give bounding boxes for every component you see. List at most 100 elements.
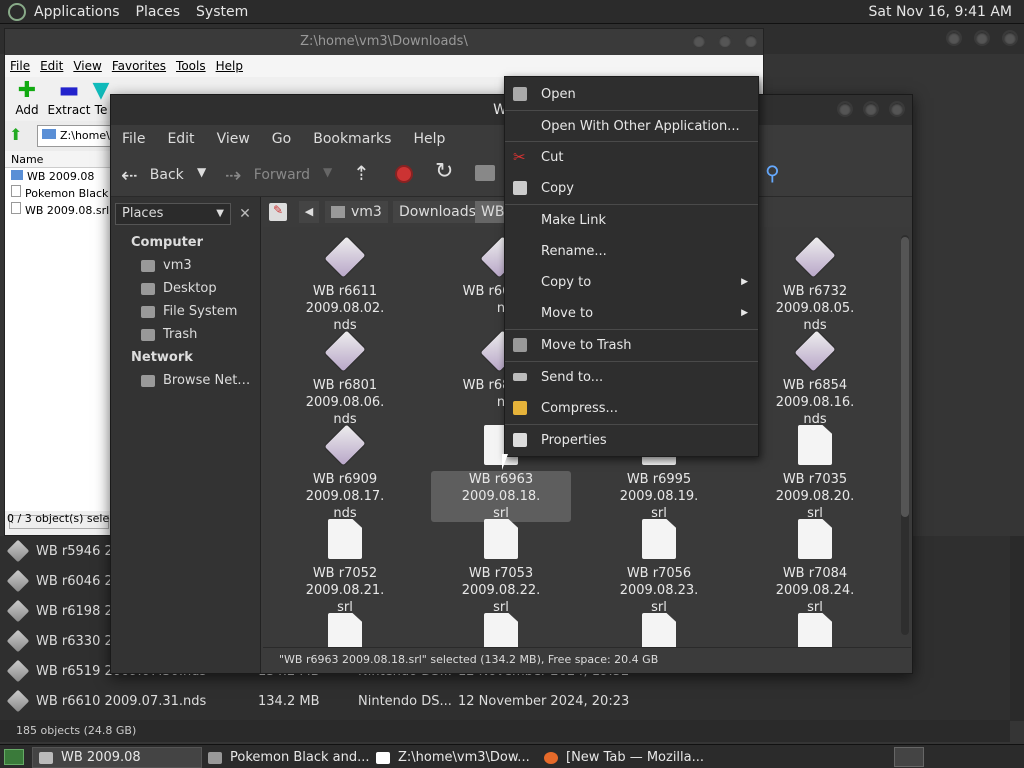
path-button-downloads[interactable]: Downloads bbox=[393, 201, 482, 223]
file-item[interactable]: WB r7035 2009.08.20. srl bbox=[745, 425, 885, 522]
menu-item-open-with[interactable]: Open With Other Application... bbox=[505, 111, 758, 141]
file-item[interactable]: WB r6611 2009.08.02. nds bbox=[275, 236, 415, 334]
search-icon[interactable]: ⚲ bbox=[765, 161, 780, 185]
places-combo[interactable]: Places ▼ bbox=[115, 203, 231, 225]
menu-view[interactable]: View bbox=[206, 131, 261, 147]
add-button[interactable]: ✚ Add bbox=[5, 79, 49, 118]
close-button[interactable] bbox=[1002, 30, 1018, 46]
sidebar-item-browse-network[interactable]: Browse Net… bbox=[141, 373, 250, 388]
archive-path-input[interactable]: Z:\home\ bbox=[37, 125, 111, 147]
menu-item-cut[interactable]: ✂ Cut bbox=[505, 142, 758, 172]
menu-view[interactable]: View bbox=[68, 59, 106, 73]
sidebar-item-trash[interactable]: Trash bbox=[141, 327, 197, 342]
close-sidebar-icon[interactable]: ✕ bbox=[235, 203, 255, 225]
minimize-button[interactable] bbox=[946, 30, 962, 46]
gnome-foot-icon[interactable] bbox=[8, 2, 26, 21]
forward-history-dropdown[interactable]: ▼ bbox=[323, 165, 332, 179]
list-item[interactable]: WB 2009.08.srl bbox=[5, 202, 111, 219]
file-item[interactable]: WB r7084 2009.08.24. srl bbox=[745, 519, 885, 616]
minimize-button[interactable] bbox=[837, 101, 853, 117]
srl-file-icon bbox=[484, 519, 518, 559]
file-item[interactable]: WB r7052 2009.08.21. srl bbox=[275, 519, 415, 616]
menu-places[interactable]: Places bbox=[128, 4, 189, 20]
menu-file[interactable]: File bbox=[111, 131, 156, 147]
menu-system[interactable]: System bbox=[188, 4, 256, 20]
task-archive[interactable]: Z:\home\vm3\Dow... bbox=[370, 747, 540, 768]
file-item[interactable]: WB r7056 2009.08.23. srl bbox=[589, 519, 729, 616]
back-button[interactable]: ⇠ Back bbox=[121, 163, 184, 187]
back-history-dropdown[interactable]: ▼ bbox=[197, 165, 206, 179]
taskbar: WB 2009.08 Pokemon Black and... Z:\home\… bbox=[0, 744, 1024, 768]
menu-item-make-link[interactable]: Make Link bbox=[505, 205, 758, 235]
menu-tools[interactable]: Tools bbox=[171, 59, 211, 73]
menu-edit[interactable]: Edit bbox=[35, 59, 68, 73]
check-icon: ▼ bbox=[92, 79, 110, 103]
file-item[interactable]: WB r6732 2009.08.05. nds bbox=[745, 236, 885, 334]
menu-go[interactable]: Go bbox=[261, 131, 302, 147]
sidebar-item-vm3[interactable]: vm3 bbox=[141, 258, 192, 273]
scrollbar-thumb[interactable] bbox=[901, 237, 909, 517]
menu-item-move-to-trash[interactable]: Move to Trash bbox=[505, 330, 758, 360]
nds-file-icon bbox=[324, 330, 366, 372]
close-button[interactable] bbox=[889, 101, 905, 117]
menu-item-copy[interactable]: Copy bbox=[505, 173, 758, 203]
test-button[interactable]: ▼ Te bbox=[91, 79, 111, 117]
menu-file[interactable]: File bbox=[5, 59, 35, 73]
edit-location-icon[interactable]: ✎ bbox=[269, 203, 287, 221]
maximize-button[interactable] bbox=[974, 30, 990, 46]
task-wb-2009-08[interactable]: WB 2009.08 bbox=[32, 747, 202, 768]
sidebar-item-file-system[interactable]: File System bbox=[141, 304, 237, 319]
file-label: WB r6611 2009.08.02. nds bbox=[275, 283, 415, 334]
file-item[interactable]: WB r7053 2009.08.22. srl bbox=[431, 519, 571, 616]
clock[interactable]: Sat Nov 16, 9:41 AM bbox=[869, 4, 1012, 20]
home-icon[interactable] bbox=[475, 165, 495, 181]
list-item[interactable]: Pokemon Black an bbox=[5, 185, 111, 202]
nds-file-icon bbox=[324, 424, 366, 466]
menu-item-copy-to[interactable]: Copy to ▶ bbox=[505, 267, 758, 297]
submenu-arrow-icon: ▶ bbox=[741, 277, 748, 287]
menu-item-send-to[interactable]: Send to... bbox=[505, 362, 758, 392]
menu-item-rename[interactable]: Rename... bbox=[505, 236, 758, 266]
menu-item-open[interactable]: Open bbox=[505, 79, 758, 109]
list-item[interactable]: WB r6610 2009.07.31.nds 134.2 MB Nintendo … bbox=[0, 686, 1000, 716]
menu-item-compress[interactable]: Compress... bbox=[505, 393, 758, 423]
file-item[interactable]: WB r6801 2009.08.06. nds bbox=[275, 330, 415, 428]
menu-favorites[interactable]: Favorites bbox=[107, 59, 171, 73]
up-icon[interactable]: ⇡ bbox=[353, 161, 370, 185]
up-arrow-icon[interactable]: ⬆ bbox=[9, 125, 22, 144]
stop-icon[interactable] bbox=[395, 165, 413, 183]
extract-button[interactable]: ▬ Extract bbox=[47, 79, 91, 118]
menu-edit[interactable]: Edit bbox=[156, 131, 205, 147]
sidebar-item-desktop[interactable]: Desktop bbox=[141, 281, 217, 296]
copy-icon bbox=[513, 181, 527, 195]
path-button-vm3[interactable]: vm3 bbox=[325, 201, 388, 223]
workspace-switcher[interactable] bbox=[894, 747, 924, 767]
maximize-button[interactable] bbox=[717, 33, 733, 49]
file-label-line1: WB r7084 2009.08.24. bbox=[775, 566, 855, 598]
task-firefox[interactable]: [New Tab — Mozilla... bbox=[538, 747, 718, 768]
menu-bookmarks[interactable]: Bookmarks bbox=[302, 131, 402, 147]
sidebar-heading-computer: Computer bbox=[131, 235, 204, 250]
show-desktop-left-icon[interactable] bbox=[4, 749, 24, 765]
menu-help[interactable]: Help bbox=[211, 59, 248, 73]
minimize-button[interactable] bbox=[691, 33, 707, 49]
forward-button[interactable]: ⇢ Forward bbox=[225, 163, 310, 187]
task-pokemon[interactable]: Pokemon Black and... bbox=[202, 747, 372, 768]
maximize-button[interactable] bbox=[863, 101, 879, 117]
reload-icon[interactable]: ↻ bbox=[435, 159, 453, 184]
file-item[interactable]: WB r6909 2009.08.17. nds bbox=[275, 424, 415, 522]
menu-help[interactable]: Help bbox=[402, 131, 456, 147]
list-item[interactable]: WB 2009.08 bbox=[5, 168, 111, 185]
path-left-arrow[interactable]: ◀ bbox=[299, 201, 319, 223]
folder-icon bbox=[39, 751, 53, 764]
file-label: WB r7053 2009.08.22. srl bbox=[431, 565, 571, 616]
file-item[interactable]: WB r6854 2009.08.16. nds bbox=[745, 330, 885, 428]
nds-file-icon bbox=[6, 629, 30, 653]
close-button[interactable] bbox=[743, 33, 759, 49]
menu-item-move-to[interactable]: Move to ▶ bbox=[505, 298, 758, 328]
background-scrollbar[interactable] bbox=[1010, 536, 1024, 721]
column-header-name[interactable]: Name bbox=[5, 151, 111, 168]
menu-applications[interactable]: Applications bbox=[26, 4, 128, 20]
file-label: WB r6732 2009.08.05. nds bbox=[745, 283, 885, 334]
menu-item-properties[interactable]: Properties bbox=[505, 425, 758, 455]
